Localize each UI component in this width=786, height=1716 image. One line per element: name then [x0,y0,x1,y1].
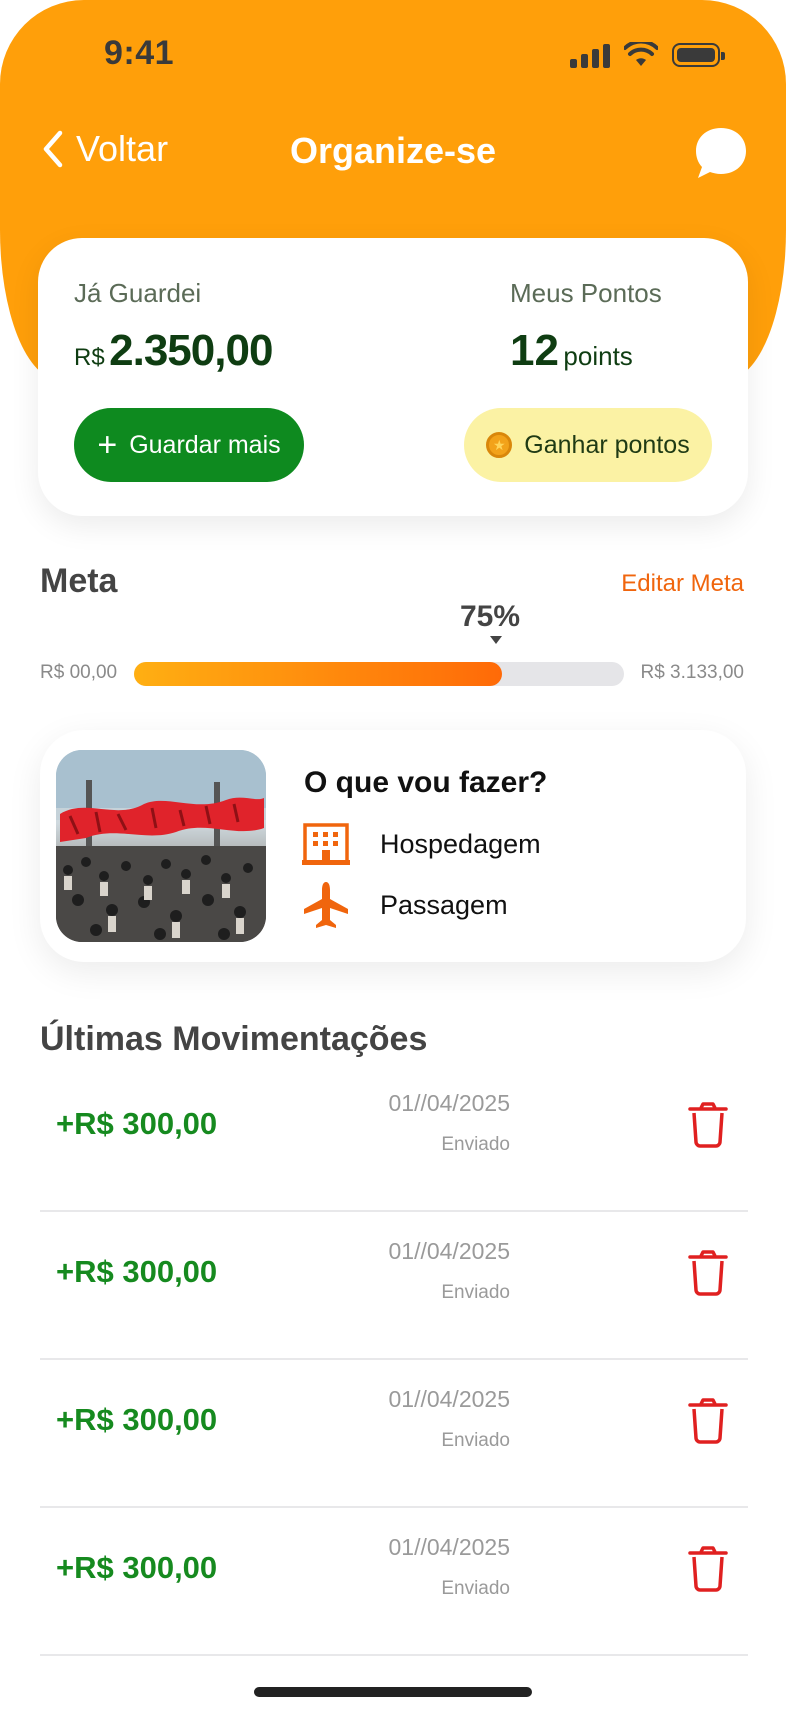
points-unit: points [563,341,633,371]
trash-icon[interactable] [688,1250,728,1296]
points-label: Meus Pontos [510,278,662,308]
movement-date: 01//04/2025 [388,1090,510,1116]
home-indicator[interactable] [254,1687,532,1697]
goal-min-label: R$ 00,00 [40,662,118,683]
goal-percent: 75% [460,600,521,633]
movement-amount: +R$ 300,00 [56,1550,218,1585]
movement-amount: +R$ 300,00 [56,1402,218,1437]
points-amount: 12 points [510,326,633,376]
movement-row: +R$ 300,00 01//04/2025 Enviado [40,1506,748,1656]
trash-icon[interactable] [688,1102,728,1148]
earn-points-label: Ganhar pontos [524,430,690,459]
wifi-icon [624,42,658,66]
coin-star-icon: ★ [486,432,513,458]
earn-points-button[interactable]: ★ Ganhar pontos [464,408,712,482]
goal-title: Meta [40,562,118,600]
plan-item-ticket[interactable]: Passagem [302,880,508,930]
trash-icon[interactable] [688,1398,728,1444]
airplane-icon [304,882,348,928]
status-icons [570,42,725,68]
movement-row: +R$ 300,00 01//04/2025 Enviado [40,1062,748,1212]
edit-goal-link[interactable]: Editar Meta [621,570,744,598]
movement-amount: +R$ 300,00 [56,1254,218,1289]
chat-bubble-icon[interactable] [692,124,750,182]
goal-progress-bar [134,662,624,686]
movement-date: 01//04/2025 [388,1238,510,1264]
plan-item-label: Hospedagem [380,828,541,859]
plus-icon: + [97,426,118,464]
movement-status: Enviado [441,1282,510,1303]
plan-item-lodging[interactable]: Hospedagem [302,822,541,866]
hotel-icon [302,823,350,865]
progress-marker-icon [490,636,502,644]
saved-value: 2.350,00 [109,326,273,375]
battery-icon [672,43,725,67]
movement-status: Enviado [441,1430,510,1451]
save-more-label: Guardar mais [129,430,281,459]
movement-amount: +R$ 300,00 [56,1106,218,1141]
page-title: Organize-se [289,130,497,171]
trash-icon[interactable] [688,1546,728,1592]
movements-title: Últimas Movimentações [40,1020,428,1058]
currency-symbol: R$ [74,344,105,371]
cellular-signal-icon [570,42,610,68]
plan-item-label: Passagem [380,889,508,920]
app-screen: 9:41 Voltar Organize-se Já Guardei R$ 2.… [0,0,786,1716]
rock-in-rio-photo [56,750,266,942]
plan-question: O que vou fazer? [304,766,548,799]
movement-row: +R$ 300,00 01//04/2025 Enviado [40,1358,748,1508]
saved-amount: R$ 2.350,00 [74,326,273,376]
plan-card: O que vou fazer? Hospedagem Passagem [40,730,746,962]
points-value: 12 [510,326,559,375]
event-image [56,750,266,942]
movement-row: +R$ 300,00 01//04/2025 Enviado [40,1210,748,1360]
movement-status: Enviado [441,1578,510,1599]
goal-progress-fill [134,662,502,686]
saved-label: Já Guardei [74,278,202,308]
movement-date: 01//04/2025 [388,1386,510,1412]
goal-max-label: R$ 3.133,00 [640,662,744,683]
save-more-button[interactable]: + Guardar mais [74,408,304,482]
status-time: 9:41 [104,34,175,72]
movement-status: Enviado [441,1134,510,1155]
movement-date: 01//04/2025 [388,1534,510,1560]
balance-card: Já Guardei R$ 2.350,00 Meus Pontos 12 po… [38,238,748,516]
